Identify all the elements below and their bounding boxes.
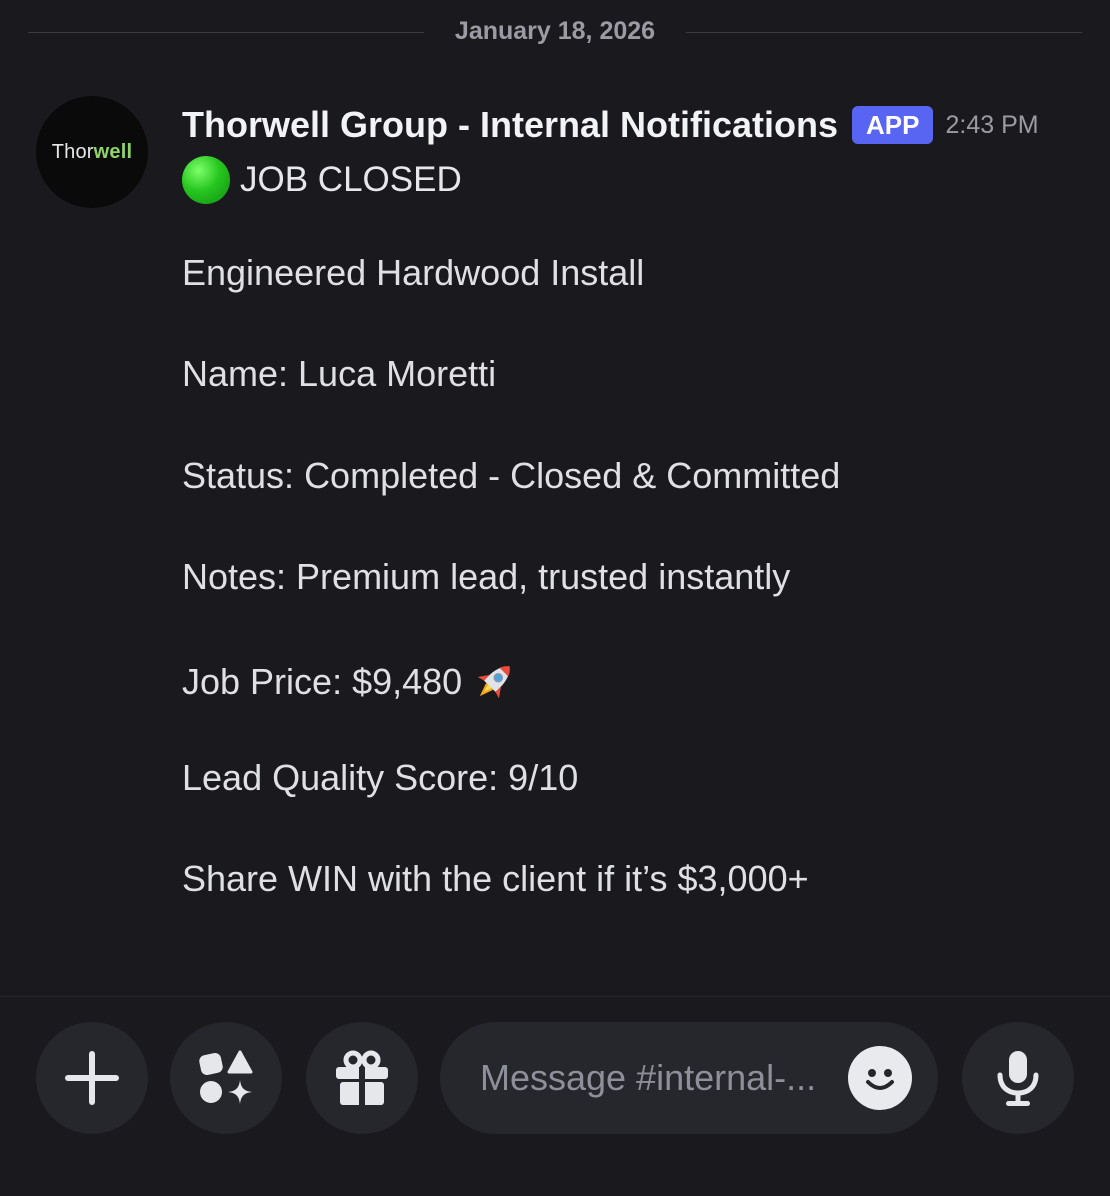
avatar-text-well: well [93, 140, 133, 163]
date-divider: January 18, 2026 [28, 14, 1082, 52]
job-closed-line: JOB CLOSED [182, 156, 462, 204]
message-line-score: Lead Quality Score: 9/10 [182, 757, 579, 798]
message-list: January 18, 2026 Thor well Thorwell Group… [0, 0, 1110, 996]
avatar-text-thor: Thor [51, 140, 94, 163]
message-line-status: Status: Completed - Closed & Committed [182, 455, 841, 496]
avatar[interactable]: Thor well [36, 96, 148, 208]
message-line-price-row: Job Price: $9,480 [182, 656, 520, 708]
message-line-share: Share WIN with the client if it’s $3,000… [182, 858, 809, 899]
emoji-button[interactable] [848, 1046, 912, 1110]
voice-message-button[interactable] [962, 1022, 1074, 1134]
plus-icon [65, 1051, 119, 1105]
message-line-service: Engineered Hardwood Install [182, 252, 645, 293]
message-field[interactable] [440, 1022, 938, 1134]
green-circle-icon [182, 156, 230, 204]
message-line-name: Name: Luca Moretti [182, 353, 497, 394]
apps-icon [199, 1050, 253, 1104]
add-attachment-button[interactable] [36, 1022, 148, 1134]
emoji-icon [866, 1069, 894, 1090]
app-badge: APP [852, 105, 934, 145]
gift-icon [336, 1050, 388, 1105]
gift-button[interactable] [306, 1022, 418, 1134]
apps-button[interactable] [170, 1022, 282, 1134]
microphone-icon [997, 1051, 1039, 1106]
author-name[interactable]: Thorwell Group - Internal Notifications [182, 104, 838, 146]
message-header: Thorwell Group - Internal Notifications … [182, 100, 1039, 150]
message-line-price: Job Price: $9,480 [182, 661, 463, 702]
message-line-notes: Notes: Premium lead, trusted instantly [182, 556, 791, 597]
job-closed-title: JOB CLOSED [240, 160, 462, 199]
message-timestamp: 2:43 PM [945, 110, 1039, 139]
message-input[interactable] [480, 1057, 840, 1099]
divider-line-right [686, 32, 1082, 33]
rocket-icon [477, 666, 511, 699]
